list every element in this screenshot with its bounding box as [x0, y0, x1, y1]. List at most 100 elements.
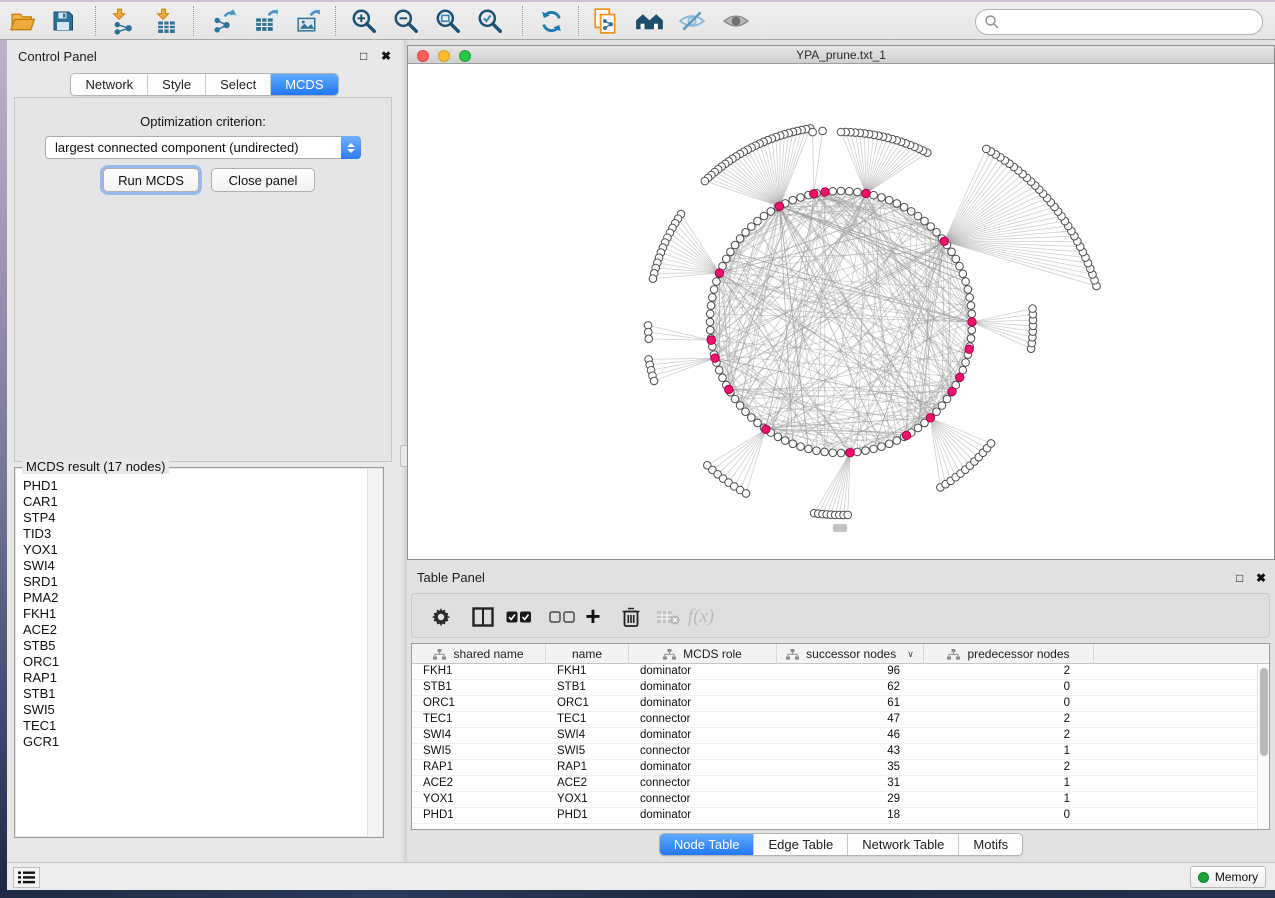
- add-column-icon[interactable]: +: [576, 594, 610, 639]
- table-row[interactable]: TEC1TEC1connector472: [412, 712, 1257, 728]
- table-row[interactable]: YOX1YOX1connector291: [412, 792, 1257, 808]
- cell-successor-nodes: 29: [777, 792, 924, 807]
- mcds-panel: Optimization criterion: largest connecte…: [14, 97, 392, 462]
- first-neighbors-icon[interactable]: [632, 5, 666, 37]
- refresh-view-icon[interactable]: [534, 5, 568, 37]
- import-network-icon[interactable]: [105, 5, 139, 37]
- select-stepper-icon: [341, 136, 361, 159]
- table-toolbar: + f(x): [411, 593, 1270, 638]
- mcds-result-node[interactable]: SWI5: [23, 702, 367, 718]
- mcds-result-node[interactable]: TID3: [23, 526, 367, 542]
- mcds-result-node[interactable]: CAR1: [23, 494, 367, 510]
- table-row[interactable]: RAP1RAP1dominator352: [412, 760, 1257, 776]
- column-header-name[interactable]: name: [546, 644, 629, 664]
- tab-style[interactable]: Style: [147, 74, 205, 95]
- delete-column-icon[interactable]: [614, 594, 648, 639]
- run-mcds-button[interactable]: Run MCDS: [103, 168, 199, 192]
- cell-successor-nodes: 61: [777, 696, 924, 711]
- column-tree-icon: [663, 649, 676, 660]
- column-header-predecessor-nodes[interactable]: predecessor nodes: [924, 644, 1094, 664]
- cell-name: PHD1: [546, 808, 629, 823]
- mcds-result-node[interactable]: STP4: [23, 510, 367, 526]
- zoom-out-icon[interactable]: [389, 5, 423, 37]
- mcds-result-node[interactable]: GCR1: [23, 734, 367, 750]
- mcds-result-list[interactable]: PHD1CAR1STP4TID3YOX1SWI4SRD1PMA2FKH1ACE2…: [16, 469, 367, 836]
- zoom-selected-icon[interactable]: [473, 5, 507, 37]
- mcds-result-node[interactable]: SWI4: [23, 558, 367, 574]
- task-history-button[interactable]: [13, 867, 40, 888]
- table-row[interactable]: ORC1ORC1dominator610: [412, 696, 1257, 712]
- hide-selected-icon[interactable]: [675, 5, 709, 37]
- mcds-result-node[interactable]: TEC1: [23, 718, 367, 734]
- cell-successor-nodes: 62: [777, 680, 924, 695]
- cell-name: STB1: [546, 680, 629, 695]
- table-panel-title: Table Panel: [417, 570, 485, 585]
- mcds-result-node[interactable]: ACE2: [23, 622, 367, 638]
- export-table-icon[interactable]: [249, 5, 283, 37]
- mcds-result-node[interactable]: RAP1: [23, 670, 367, 686]
- export-network-icon[interactable]: [207, 5, 241, 37]
- column-header-shared-name[interactable]: shared name: [412, 644, 546, 664]
- select-all-rows-icon[interactable]: [502, 594, 536, 639]
- cell-predecessor-nodes: 2: [924, 728, 1094, 743]
- tab-motifs[interactable]: Motifs: [958, 834, 1022, 855]
- control-panel-float-icon[interactable]: □: [360, 49, 367, 63]
- mcds-result-node[interactable]: PMA2: [23, 590, 367, 606]
- table-row[interactable]: SWI4SWI4dominator462: [412, 728, 1257, 744]
- table-row[interactable]: FKH1FKH1dominator962: [412, 664, 1257, 680]
- table-split-view-icon[interactable]: [466, 594, 500, 639]
- network-window-titlebar[interactable]: YPA_prune.txt_1: [408, 46, 1274, 64]
- column-header-successor-nodes[interactable]: successor nodes∨: [777, 644, 924, 664]
- toolbar-separator: [95, 6, 96, 36]
- result-list-scrollbar[interactable]: [367, 469, 382, 836]
- cell-predecessor-nodes: 1: [924, 744, 1094, 759]
- table-scrollbar[interactable]: [1257, 664, 1269, 829]
- table-panel-close-icon[interactable]: ✖: [1256, 571, 1266, 585]
- mcds-result-node[interactable]: YOX1: [23, 542, 367, 558]
- zoom-in-icon[interactable]: [347, 5, 381, 37]
- deselect-all-rows-icon[interactable]: [545, 594, 579, 639]
- tab-mcds[interactable]: MCDS: [270, 74, 337, 95]
- network-canvas-scrollbar-thumb[interactable]: [833, 524, 847, 532]
- close-panel-button[interactable]: Close panel: [211, 168, 315, 192]
- mcds-result-node[interactable]: ORC1: [23, 654, 367, 670]
- cell-MCDS-role: dominator: [629, 664, 777, 679]
- cell-MCDS-role: connector: [629, 776, 777, 791]
- mcds-result-node[interactable]: FKH1: [23, 606, 367, 622]
- control-panel-close-icon[interactable]: ✖: [381, 49, 391, 63]
- table-row[interactable]: STB1STB1dominator620: [412, 680, 1257, 696]
- cell-predecessor-nodes: 2: [924, 712, 1094, 727]
- column-header-MCDS-role[interactable]: MCDS role: [629, 644, 777, 664]
- tab-network[interactable]: Network: [71, 74, 147, 95]
- delete-table-icon[interactable]: [651, 594, 685, 639]
- show-all-icon[interactable]: [719, 5, 753, 37]
- function-builder-icon[interactable]: f(x): [684, 594, 718, 639]
- column-tree-icon: [947, 649, 960, 660]
- table-settings-icon[interactable]: [424, 594, 458, 639]
- table-row[interactable]: SWI5SWI5connector431: [412, 744, 1257, 760]
- tab-network-table[interactable]: Network Table: [847, 834, 958, 855]
- import-table-icon[interactable]: [149, 5, 183, 37]
- tab-select[interactable]: Select: [205, 74, 270, 95]
- table-scrollbar-thumb[interactable]: [1260, 668, 1268, 756]
- search-input[interactable]: [1000, 12, 1262, 32]
- zoom-fit-icon[interactable]: [431, 5, 465, 37]
- open-file-icon[interactable]: [5, 5, 39, 37]
- save-session-icon[interactable]: [46, 5, 80, 37]
- tab-edge-table[interactable]: Edge Table: [753, 834, 847, 855]
- mcds-result-node[interactable]: STB5: [23, 638, 367, 654]
- search-field[interactable]: [975, 9, 1263, 35]
- mcds-result-node[interactable]: SRD1: [23, 574, 367, 590]
- network-graph-canvas[interactable]: [408, 64, 1274, 559]
- new-network-from-selection-icon[interactable]: [589, 5, 623, 37]
- table-panel-float-icon[interactable]: □: [1236, 571, 1243, 585]
- memory-button[interactable]: Memory: [1190, 866, 1266, 888]
- mcds-result-node[interactable]: PHD1: [23, 478, 367, 494]
- export-image-icon[interactable]: [291, 5, 325, 37]
- tab-node-table[interactable]: Node Table: [660, 834, 754, 855]
- cell-predecessor-nodes: 2: [924, 664, 1094, 679]
- criterion-select[interactable]: largest connected component (undirected): [45, 136, 361, 159]
- table-row[interactable]: ACE2ACE2connector311: [412, 776, 1257, 792]
- table-row[interactable]: PHD1PHD1dominator180: [412, 808, 1257, 824]
- mcds-result-node[interactable]: STB1: [23, 686, 367, 702]
